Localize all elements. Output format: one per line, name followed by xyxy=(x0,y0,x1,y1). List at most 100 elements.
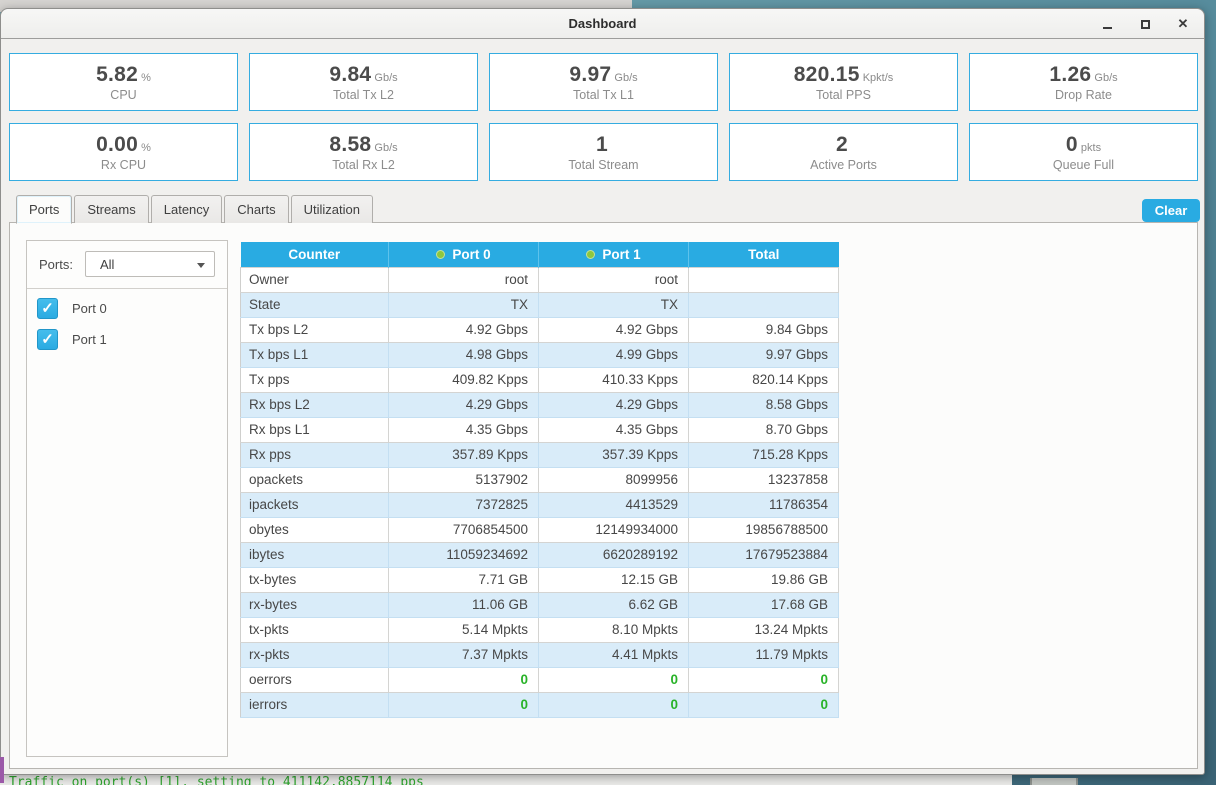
header-total: Total xyxy=(688,242,839,267)
header-port0: Port 0 xyxy=(388,242,539,267)
total-value xyxy=(688,266,839,293)
total-value: 19.86 GB xyxy=(688,566,839,593)
port1-value: 4.29 Gbps xyxy=(538,391,689,418)
counter-name: Rx bps L2 xyxy=(240,391,389,418)
port1-value: 4.35 Gbps xyxy=(538,416,689,443)
checkbox-icon[interactable] xyxy=(37,298,58,319)
port0-value: 409.82 Kpps xyxy=(388,366,539,393)
clear-button[interactable]: Clear xyxy=(1142,199,1200,222)
port1-value: 12.15 GB xyxy=(538,566,689,593)
table-row: rx-pkts 7.37 Mpkts 4.41 Mpkts 11.79 Mpkt… xyxy=(240,641,839,668)
checkbox-icon[interactable] xyxy=(37,329,58,350)
stat-card: 1.26 Gb/s Drop Rate xyxy=(969,53,1198,111)
table-row: State TX TX xyxy=(240,291,839,318)
total-value: 0 xyxy=(688,691,839,718)
stat-card: 5.82 % CPU xyxy=(9,53,238,111)
stat-label: Drop Rate xyxy=(1055,87,1112,102)
header-port1: Port 1 xyxy=(538,242,689,267)
stat-value-row: 9.84 Gb/s xyxy=(329,63,397,87)
table-row: Rx pps 357.89 Kpps 357.39 Kpps 715.28 Kp… xyxy=(240,441,839,468)
stat-value: 8.58 xyxy=(329,132,372,156)
window-controls: ✕ xyxy=(1100,9,1190,39)
stat-value-row: 9.97 Gb/s xyxy=(569,63,637,87)
port0-value: 5137902 xyxy=(388,466,539,493)
port-checkbox-row[interactable]: Port 0 xyxy=(27,293,227,324)
total-value: 13237858 xyxy=(688,466,839,493)
stat-label: Total Tx L1 xyxy=(573,87,634,102)
ports-filter-select[interactable]: All xyxy=(84,251,215,277)
counter-name: Owner xyxy=(240,266,389,293)
counter-name: tx-pkts xyxy=(240,616,389,643)
counter-name: tx-bytes xyxy=(240,566,389,593)
stat-label: Total PPS xyxy=(816,87,871,102)
stat-unit: Gb/s xyxy=(374,71,398,84)
port0-value: TX xyxy=(388,291,539,318)
total-value: 13.24 Mpkts xyxy=(688,616,839,643)
port-checkbox-row[interactable]: Port 1 xyxy=(27,324,227,355)
stat-value-row: 5.82 % xyxy=(96,63,151,87)
stat-value-row: 8.58 Gb/s xyxy=(329,133,397,157)
port-checkbox-label: Port 1 xyxy=(72,332,107,347)
stat-card: 820.15 Kpkt/s Total PPS xyxy=(729,53,958,111)
table-row: Rx bps L2 4.29 Gbps 4.29 Gbps 8.58 Gbps xyxy=(240,391,839,418)
tab-bar: Ports Streams Latency Charts Utilization xyxy=(16,194,373,224)
port0-value: 0 xyxy=(388,666,539,693)
counter-name: rx-bytes xyxy=(240,591,389,618)
stat-card: 0.00 % Rx CPU xyxy=(9,123,238,181)
port-checkbox-list: Port 0 Port 1 xyxy=(27,293,227,355)
ports-filter-label: Ports: xyxy=(39,256,73,272)
table-row: opackets 5137902 8099956 13237858 xyxy=(240,466,839,493)
tab[interactable]: Utilization xyxy=(290,195,373,223)
port1-value: 8.10 Mpkts xyxy=(538,616,689,643)
table-row: tx-pkts 5.14 Mpkts 8.10 Mpkts 13.24 Mpkt… xyxy=(240,616,839,643)
stat-unit: % xyxy=(141,71,151,84)
tab[interactable]: Streams xyxy=(74,195,149,223)
counter-name: Tx pps xyxy=(240,366,389,393)
port1-value: 357.39 Kpps xyxy=(538,441,689,468)
port1-status-led-icon xyxy=(586,249,596,259)
total-value: 8.70 Gbps xyxy=(688,416,839,443)
port0-value: 5.14 Mpkts xyxy=(388,616,539,643)
port1-value: root xyxy=(538,266,689,293)
port0-value: 7372825 xyxy=(388,491,539,518)
counter-name: Tx bps L1 xyxy=(240,341,389,368)
tab[interactable]: Latency xyxy=(150,195,223,223)
stat-unit: Gb/s xyxy=(614,71,638,84)
ports-filter-value: All xyxy=(99,256,115,272)
table-row: rx-bytes 11.06 GB 6.62 GB 17.68 GB xyxy=(240,591,839,618)
desktop-fragment xyxy=(1030,778,1078,785)
table-header-row: Counter Port 0 Port 1 Total xyxy=(240,242,839,267)
close-icon[interactable]: ✕ xyxy=(1176,17,1190,31)
total-value: 820.14 Kpps xyxy=(688,366,839,393)
background-artifact xyxy=(0,757,4,783)
ports-filter-row: Ports: All xyxy=(27,241,227,287)
stat-label: Total Stream xyxy=(568,157,639,172)
total-value: 8.58 Gbps xyxy=(688,391,839,418)
table-row: oerrors 0 0 0 xyxy=(240,666,839,693)
stat-value: 9.84 xyxy=(329,62,372,86)
tab[interactable]: Charts xyxy=(224,195,289,223)
minimize-icon[interactable] xyxy=(1100,17,1114,31)
titlebar[interactable]: Dashboard ✕ xyxy=(1,9,1204,39)
table-row: Tx bps L2 4.92 Gbps 4.92 Gbps 9.84 Gbps xyxy=(240,316,839,343)
tab[interactable]: Ports xyxy=(16,195,73,224)
port1-value: 8099956 xyxy=(538,466,689,493)
stat-card: 2 Active Ports xyxy=(729,123,958,181)
stat-value-row: 1.26 Gb/s xyxy=(1049,63,1117,87)
stat-unit: pkts xyxy=(1080,141,1102,154)
dashboard-window: Dashboard ✕ 5.82 % CPU 9.84 Gb/s Total T xyxy=(0,8,1205,775)
window-title: Dashboard xyxy=(568,16,637,31)
stat-value-row: 0.00 % xyxy=(96,133,151,157)
port0-value: 4.35 Gbps xyxy=(388,416,539,443)
counter-name: Tx bps L2 xyxy=(240,316,389,343)
port0-value: 4.29 Gbps xyxy=(388,391,539,418)
port0-value: 11059234692 xyxy=(388,541,539,568)
stat-value-row: 2 xyxy=(836,133,851,157)
total-value xyxy=(688,291,839,318)
header-counter: Counter xyxy=(240,242,389,267)
stat-label: Total Tx L2 xyxy=(333,87,394,102)
maximize-icon[interactable] xyxy=(1138,17,1152,31)
stat-label: Rx CPU xyxy=(100,157,147,172)
stat-unit: % xyxy=(141,141,151,154)
port1-value: 4.92 Gbps xyxy=(538,316,689,343)
